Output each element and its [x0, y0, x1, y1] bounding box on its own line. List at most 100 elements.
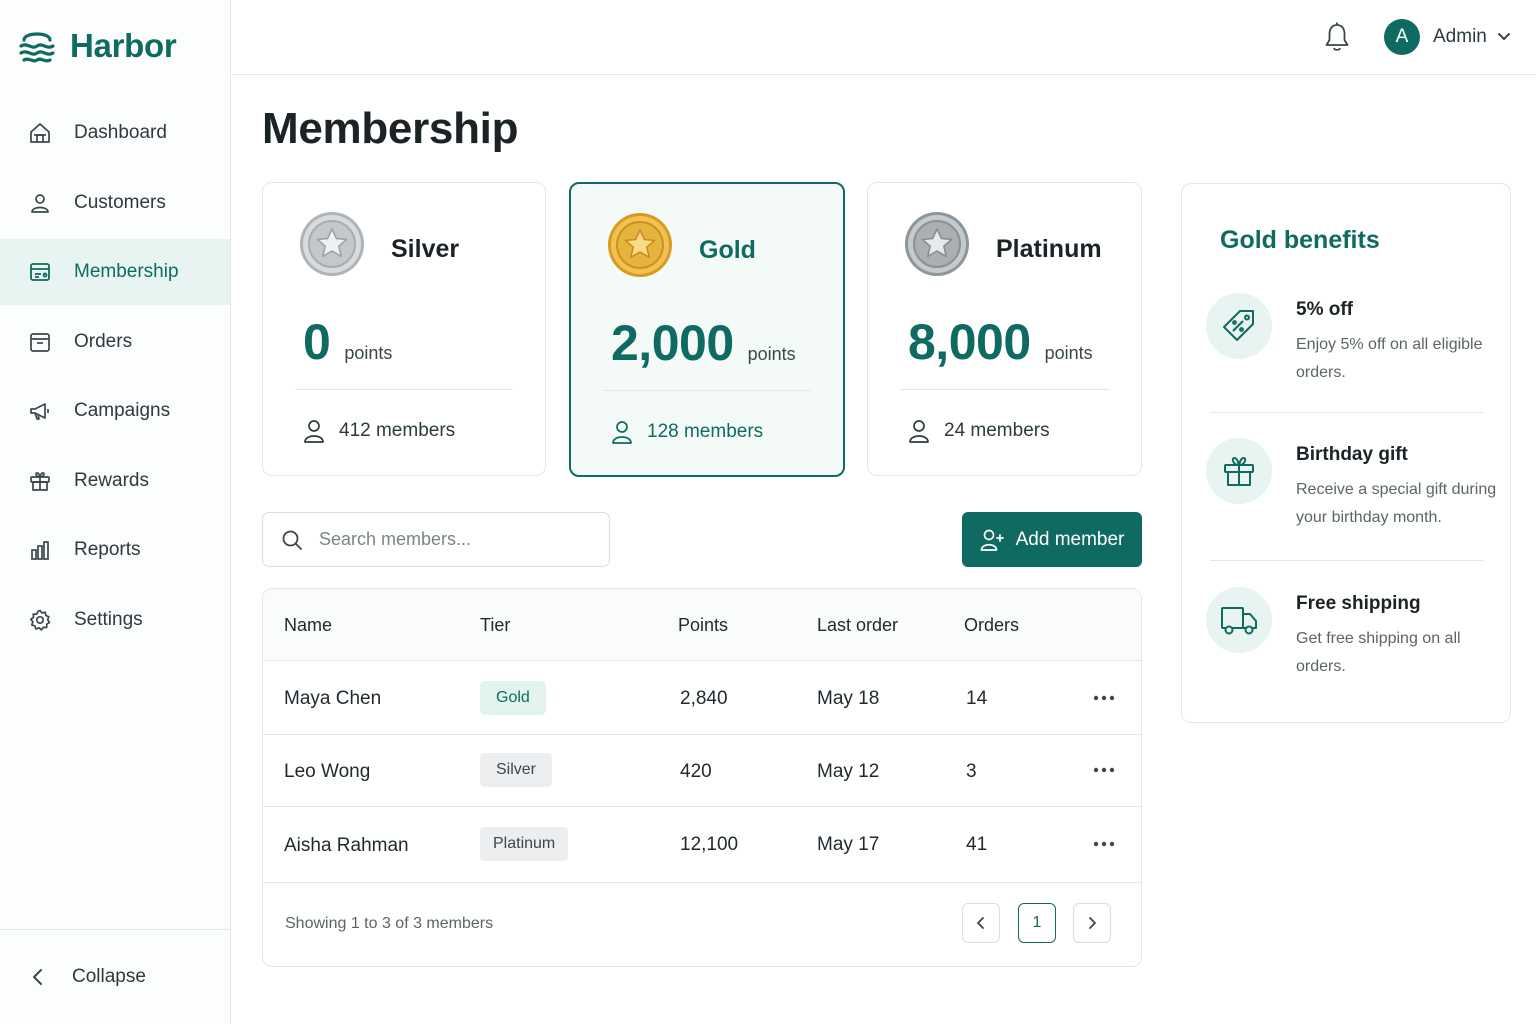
user-icon — [303, 419, 325, 443]
sidebar-nav: Dashboard Customers Membership Orders Ca… — [0, 100, 230, 656]
membership-card-icon — [28, 260, 52, 284]
table-row[interactable]: Maya Chen Gold 2,840 May 18 14 — [263, 661, 1141, 735]
column-header-tier[interactable]: Tier — [480, 615, 510, 636]
benefit-description: Get free shipping on all orders. — [1296, 630, 1461, 675]
benefit-name: 5% off — [1296, 299, 1353, 320]
more-options-icon[interactable] — [1091, 834, 1117, 854]
divider — [1210, 560, 1484, 561]
cell-orders: 41 — [966, 834, 988, 855]
user-menu[interactable]: Admin — [1433, 26, 1511, 48]
tier-points: 0 points — [303, 313, 392, 371]
tier-card-silver[interactable]: Silver 0 points 412 members — [262, 182, 546, 476]
sidebar: Harbor Dashboard Customers Membership Or… — [0, 0, 231, 1024]
benefit-description: Enjoy 5% off on all eligible orders. — [1296, 336, 1483, 381]
gear-icon — [28, 608, 52, 632]
sidebar-item-label: Customers — [74, 191, 166, 213]
brand[interactable]: Harbor — [18, 26, 177, 66]
tier-points-label: points — [344, 343, 393, 363]
collapse-button[interactable]: Collapse — [0, 929, 230, 1024]
benefit-name: Birthday gift — [1296, 444, 1408, 465]
tier-badge: Platinum — [480, 827, 569, 861]
benefit-description: Receive a special gift during your birth… — [1296, 481, 1497, 526]
tier-name: Gold — [699, 236, 756, 264]
tier-members: 412 members — [303, 419, 455, 443]
topbar: A Admin — [231, 0, 1536, 75]
sidebar-item-dashboard[interactable]: Dashboard — [0, 100, 230, 166]
chevron-left-icon — [977, 917, 984, 929]
pagination-summary: Showing 1 to 3 of 3 members — [285, 915, 494, 932]
cell-orders: 14 — [966, 688, 988, 709]
cell-last-order: May 12 — [817, 761, 880, 782]
cell-name: Aisha Rahman — [284, 835, 409, 856]
sidebar-item-membership[interactable]: Membership — [0, 239, 230, 305]
harbor-waves-icon — [18, 26, 56, 66]
search-icon — [281, 529, 303, 551]
gift-icon — [1206, 438, 1272, 504]
next-page-button[interactable] — [1073, 903, 1111, 943]
tier-badge: Silver — [480, 753, 553, 787]
add-user-icon — [980, 529, 1004, 551]
tier-points-value: 2,000 — [611, 315, 734, 371]
table-row[interactable]: Aisha Rahman Platinum 12,100 May 17 41 — [263, 807, 1141, 883]
cell-points: 12,100 — [680, 834, 739, 855]
home-icon — [28, 121, 52, 145]
divider — [1210, 412, 1484, 413]
tier-card-platinum[interactable]: Platinum 8,000 points 24 members — [867, 182, 1142, 476]
tier-points: 2,000 points — [611, 314, 796, 372]
chevron-left-icon — [30, 967, 46, 987]
tier-badge: Gold — [480, 681, 546, 715]
cell-orders: 3 — [966, 761, 977, 782]
tier-points-label: points — [1044, 343, 1093, 363]
more-options-icon[interactable] — [1091, 688, 1117, 708]
column-header-orders[interactable]: Orders — [964, 615, 1019, 636]
members-table: Name Tier Points Last order Orders Maya … — [262, 588, 1142, 967]
column-header-points[interactable]: Points — [678, 615, 728, 636]
more-options-icon[interactable] — [1091, 760, 1117, 780]
platinum-medal-icon — [904, 211, 970, 277]
tier-points: 8,000 points — [908, 313, 1093, 371]
discount-tag-icon — [1206, 293, 1272, 359]
tier-card-gold[interactable]: Gold 2,000 points 128 members — [569, 182, 845, 477]
column-header-name[interactable]: Name — [284, 615, 332, 636]
chevron-down-icon — [1497, 32, 1511, 42]
tier-points-label: points — [747, 344, 796, 364]
sidebar-item-label: Dashboard — [74, 122, 167, 143]
cell-last-order: May 18 — [817, 688, 880, 709]
bell-icon[interactable] — [1323, 21, 1351, 53]
search-box — [262, 512, 610, 567]
tier-members-count: 412 members — [339, 420, 456, 441]
gift-icon — [28, 469, 52, 493]
user-icon — [908, 419, 930, 443]
orders-box-icon — [28, 330, 52, 354]
sidebar-item-rewards[interactable]: Rewards — [0, 448, 230, 514]
sidebar-item-campaigns[interactable]: Campaigns — [0, 378, 230, 444]
add-member-button[interactable]: Add member — [962, 512, 1142, 567]
tier-points-value: 0 — [303, 314, 331, 370]
column-header-last-order[interactable]: Last order — [817, 615, 898, 636]
user-icon — [611, 420, 633, 444]
search-input[interactable] — [319, 529, 579, 550]
avatar[interactable]: A — [1384, 19, 1420, 55]
table-row[interactable]: Leo Wong Silver 420 May 12 3 — [263, 735, 1141, 807]
sidebar-item-label: Rewards — [74, 469, 149, 491]
tier-name: Silver — [391, 235, 460, 263]
megaphone-icon — [28, 399, 52, 423]
cell-points: 420 — [680, 761, 712, 782]
benefits-panel: Gold benefits 5% off Enjoy 5% off on all… — [1181, 183, 1511, 723]
divider — [295, 389, 513, 390]
sidebar-item-orders[interactable]: Orders — [0, 309, 230, 375]
chevron-right-icon — [1089, 917, 1096, 929]
prev-page-button[interactable] — [962, 903, 1000, 943]
brand-name: Harbor — [70, 27, 177, 64]
page-number-button[interactable]: 1 — [1018, 903, 1056, 943]
truck-icon — [1206, 587, 1272, 653]
sidebar-item-label: Reports — [74, 539, 141, 560]
sidebar-item-reports[interactable]: Reports — [0, 517, 230, 583]
sidebar-item-label: Membership — [74, 261, 179, 282]
cell-last-order: May 17 — [817, 834, 880, 855]
tier-members: 24 members — [908, 419, 1050, 443]
sidebar-item-settings[interactable]: Settings — [0, 587, 230, 653]
tier-name: Platinum — [996, 235, 1102, 263]
benefit-name: Free shipping — [1296, 593, 1421, 614]
sidebar-item-customers[interactable]: Customers — [0, 170, 230, 236]
